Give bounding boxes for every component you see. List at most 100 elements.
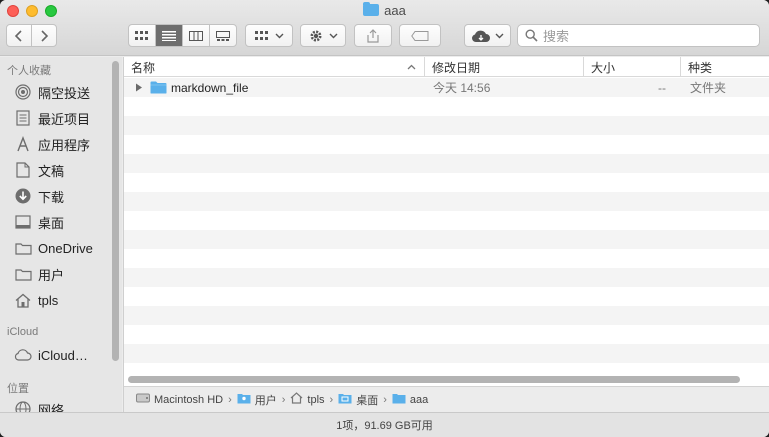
empty-row — [124, 230, 769, 249]
horizontal-scrollbar[interactable] — [128, 376, 740, 383]
sidebar-item-airdrop[interactable]: 隔空投送 — [14, 82, 114, 102]
sidebar-item-home[interactable]: tpls — [14, 290, 114, 310]
view-mode-group — [128, 24, 237, 47]
sidebar-item-applications[interactable]: 应用程序 — [14, 134, 114, 154]
file-list: 名称 修改日期 大小 种类 markdown_file 今天 14:56 -- … — [123, 57, 769, 412]
empty-row — [124, 192, 769, 211]
sidebar-item-label: 网络 — [38, 402, 65, 413]
gallery-view-button[interactable] — [210, 25, 236, 46]
column-size-label: 大小 — [591, 60, 616, 75]
sort-ascending-icon — [407, 64, 416, 70]
file-size: -- — [658, 80, 666, 95]
empty-row — [124, 249, 769, 268]
back-button[interactable] — [7, 25, 32, 46]
column-modified-label: 修改日期 — [432, 60, 481, 75]
sidebar-item-documents[interactable]: 文稿 — [14, 160, 114, 180]
sidebar-item-onedrive[interactable]: OneDrive — [14, 238, 114, 258]
sidebar-item-label: iCloud… — [38, 347, 88, 363]
sidebar-item-label: OneDrive — [38, 240, 93, 256]
empty-row — [124, 211, 769, 230]
sidebar-item-label: 隔空投送 — [38, 85, 91, 101]
forward-button[interactable] — [32, 25, 56, 46]
column-name-label: 名称 — [131, 60, 156, 75]
chevron-right-icon: › — [329, 393, 334, 406]
gear-icon — [310, 30, 321, 41]
sidebar-scrollbar[interactable] — [112, 61, 119, 361]
file-rows: markdown_file 今天 14:56 -- 文件夹 — [124, 78, 769, 378]
action-button[interactable] — [300, 24, 346, 47]
list-icon — [162, 30, 177, 41]
chevron-right-icon — [41, 29, 48, 42]
navigation-group — [6, 24, 57, 47]
sidebar-heading-icloud: iCloud — [7, 326, 39, 338]
empty-row — [124, 344, 769, 363]
sidebar-heading-locations: 位置 — [7, 383, 29, 395]
column-header-modified[interactable]: 修改日期 — [424, 57, 583, 77]
chevron-right-icon: › — [228, 393, 232, 406]
sidebar-item-label: 桌面 — [38, 215, 65, 231]
file-modified: 今天 14:56 — [433, 81, 491, 95]
cloud-download-icon — [472, 30, 490, 42]
search-icon — [525, 29, 538, 42]
path-item[interactable]: Macintosh HD — [154, 394, 223, 406]
empty-row — [124, 135, 769, 154]
folder-icon — [14, 265, 32, 283]
empty-row — [124, 116, 769, 135]
sidebar-item-network[interactable]: 网络 — [14, 399, 114, 412]
recents-icon — [14, 109, 32, 127]
search-placeholder: 搜索 — [543, 29, 570, 44]
column-header-kind[interactable]: 种类 — [680, 57, 769, 77]
folder-icon — [150, 81, 167, 94]
share-button[interactable] — [354, 24, 392, 47]
path-item[interactable]: tpls — [307, 394, 324, 406]
users-folder-icon — [237, 393, 251, 407]
sidebar-item-label: 用户 — [38, 267, 65, 283]
sidebar-item-recents[interactable]: 最近项目 — [14, 108, 114, 128]
path-item[interactable]: aaa — [410, 394, 428, 406]
tags-button[interactable] — [399, 24, 441, 47]
status-text: 1项，91.69 GB可用 — [336, 420, 433, 432]
column-kind-label: 种类 — [688, 60, 713, 75]
chevron-left-icon — [14, 29, 22, 42]
empty-row — [124, 97, 769, 116]
icon-view-button[interactable] — [129, 25, 157, 46]
empty-row — [124, 154, 769, 173]
disclosure-triangle-icon[interactable] — [135, 83, 143, 92]
tag-icon — [411, 30, 429, 41]
sidebar-item-label: 下载 — [38, 189, 65, 205]
chevron-down-icon — [495, 33, 504, 38]
empty-row — [124, 325, 769, 344]
gallery-icon — [215, 30, 230, 41]
column-header-name[interactable]: 名称 — [124, 57, 424, 77]
applications-icon — [14, 135, 32, 153]
window-title: aaa — [0, 2, 769, 18]
sidebar: 个人收藏 隔空投送 最近项目 应用程序 文稿 下载 桌面 OneDrive 用户… — [0, 57, 122, 412]
column-header-size[interactable]: 大小 — [583, 57, 680, 77]
airdrop-icon — [14, 83, 32, 101]
window-title-text: aaa — [384, 3, 406, 18]
column-view-button[interactable] — [183, 25, 210, 46]
file-kind: 文件夹 — [690, 81, 727, 95]
home-icon — [290, 392, 303, 407]
desktop-icon — [14, 213, 32, 231]
downloads-icon — [14, 187, 32, 205]
toolbar: aaa 搜索 — [0, 0, 769, 56]
status-bar: 1项，91.69 GB可用 — [0, 412, 769, 437]
network-icon — [14, 400, 32, 412]
table-row[interactable]: markdown_file 今天 14:56 -- 文件夹 — [124, 78, 769, 97]
sidebar-item-desktop[interactable]: 桌面 — [14, 212, 114, 232]
sidebar-item-icloud-drive[interactable]: iCloud… — [14, 345, 114, 365]
chevron-down-icon — [329, 33, 337, 38]
group-by-button[interactable] — [245, 24, 293, 47]
path-item[interactable]: 桌面 — [356, 392, 378, 408]
list-view-button[interactable] — [156, 25, 183, 46]
search-field[interactable]: 搜索 — [517, 24, 760, 47]
icloud-button[interactable] — [464, 24, 511, 47]
folder-icon — [363, 2, 380, 16]
path-bar: Macintosh HD › 用户 › tpls › 桌面 › aaa — [124, 386, 769, 412]
sidebar-item-label: 应用程序 — [38, 137, 91, 153]
folder-icon — [14, 239, 32, 257]
sidebar-item-users[interactable]: 用户 — [14, 264, 114, 284]
path-item[interactable]: 用户 — [255, 392, 277, 408]
sidebar-item-downloads[interactable]: 下载 — [14, 186, 114, 206]
